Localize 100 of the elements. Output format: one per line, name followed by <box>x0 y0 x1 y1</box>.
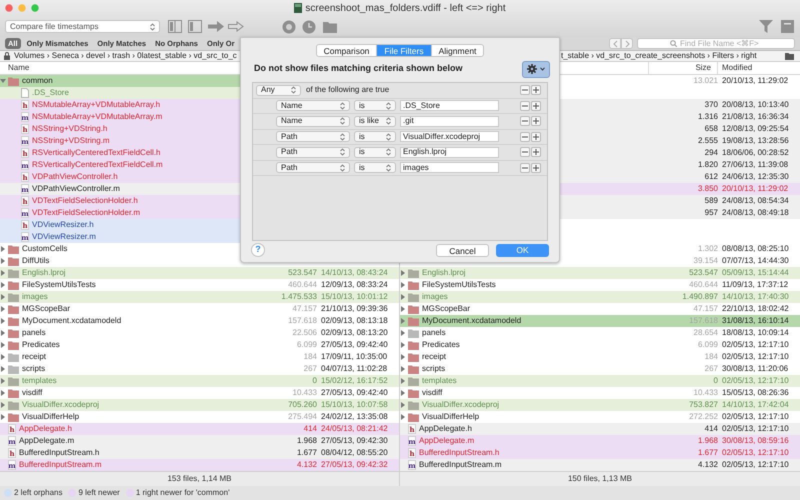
column-header[interactable]: Name <box>8 62 30 74</box>
clock-icon[interactable] <box>302 20 317 34</box>
disclosure-triangle[interactable] <box>0 342 6 348</box>
file-size: 523.547 <box>288 267 317 279</box>
disclosure-triangle[interactable] <box>400 330 406 336</box>
sidebar-icon[interactable] <box>781 20 794 33</box>
disclosure-triangle[interactable] <box>400 342 406 348</box>
remove-button[interactable] <box>520 147 530 158</box>
disclosure-triangle[interactable] <box>400 306 406 312</box>
tab[interactable]: Comparison <box>316 44 376 57</box>
disclosure-triangle[interactable] <box>400 318 406 324</box>
modified-date: 27/06/13, 11:39:08 <box>722 160 788 169</box>
disclosure-triangle[interactable] <box>0 306 6 312</box>
file-name: BufferedInputStream.h <box>19 447 100 459</box>
popup-button[interactable]: Path <box>276 131 350 142</box>
popup-button[interactable]: Any <box>256 84 301 96</box>
updown-icon <box>386 148 391 156</box>
plus-icon <box>533 134 539 140</box>
disclosure-triangle[interactable] <box>0 366 6 372</box>
disclosure-triangle[interactable] <box>400 366 406 372</box>
search-field[interactable]: Find File Name <⌘F> <box>637 38 795 49</box>
modified-date: 02/09/13, 08:13:20 <box>321 328 388 337</box>
file-size: 1.490.897 <box>682 291 718 303</box>
disclosure-triangle[interactable] <box>400 270 406 276</box>
column-header[interactable]: Modified <box>722 62 752 74</box>
legend-label: 2 left orphans <box>14 487 62 499</box>
file-size: 294 <box>704 147 718 159</box>
disclosure-triangle[interactable] <box>0 402 6 408</box>
disclosure-triangle[interactable] <box>0 246 6 252</box>
arrow-right-icon[interactable] <box>228 21 244 32</box>
remove-button[interactable] <box>520 116 530 126</box>
popup-button[interactable]: Path <box>276 146 350 158</box>
disclosure-triangle[interactable] <box>0 330 6 336</box>
popup-button[interactable]: is <box>354 146 396 158</box>
split-pane-icon[interactable] <box>168 20 182 33</box>
popup-button[interactable]: Path <box>276 162 350 174</box>
disclosure-triangle[interactable] <box>0 390 6 396</box>
file-name: FileSystemUtilsTests <box>22 279 96 291</box>
disclosure-triangle[interactable] <box>0 354 6 360</box>
file-size: 370 <box>704 99 718 111</box>
modified-date: 30/08/13, 11:20:06 <box>722 364 788 373</box>
file-size: 272.252 <box>689 411 718 423</box>
disclosure-triangle[interactable] <box>0 294 6 300</box>
popup-button[interactable]: is like <box>354 116 396 127</box>
remove-button[interactable] <box>520 162 530 173</box>
panel-icon[interactable] <box>188 20 202 33</box>
remove-button[interactable] <box>520 100 530 111</box>
value-field[interactable]: images <box>400 162 499 174</box>
popup-button[interactable]: is <box>354 162 396 174</box>
filter-icon[interactable] <box>759 20 773 33</box>
value-field[interactable]: .git <box>400 116 499 127</box>
column-header[interactable]: Size <box>695 62 711 74</box>
file-name: images <box>22 291 48 303</box>
disclosure-triangle[interactable] <box>0 78 6 84</box>
disclosure-triangle[interactable] <box>0 282 6 288</box>
remove-button[interactable] <box>520 85 530 96</box>
circle-icon[interactable] <box>282 20 296 34</box>
remove-button[interactable] <box>520 132 530 142</box>
file-name: FileSystemUtilsTests <box>422 279 496 291</box>
disclosure-triangle[interactable] <box>400 294 406 300</box>
disclosure-triangle[interactable] <box>400 378 406 384</box>
popup-button[interactable]: Name <box>276 116 350 127</box>
disclosure-triangle[interactable] <box>0 414 6 420</box>
disclosure-triangle[interactable] <box>400 282 406 288</box>
file-size: 705.260 <box>288 399 317 411</box>
add-button[interactable] <box>531 85 541 96</box>
file-size: 523.547 <box>689 267 718 279</box>
popup-button[interactable]: is <box>354 100 396 112</box>
arrow-right-icon[interactable] <box>208 21 224 32</box>
file-name: images <box>422 291 448 303</box>
modified-date: 02/05/13, 12:17:10 <box>722 376 789 385</box>
add-button[interactable] <box>531 100 541 111</box>
popup-button[interactable]: is <box>354 131 396 142</box>
plus-icon <box>533 102 539 109</box>
disclosure-triangle[interactable] <box>0 270 6 276</box>
file-name: receipt <box>22 351 46 363</box>
modified-date: 08/08/13, 08:25:10 <box>722 244 789 253</box>
dialog-button[interactable]: Cancel <box>436 244 489 256</box>
gear-menu-button[interactable] <box>522 60 550 78</box>
modified-date: 18/08/13, 10:09:14 <box>722 328 789 337</box>
tab[interactable]: Alignment <box>430 44 484 57</box>
add-button[interactable] <box>531 116 541 126</box>
disclosure-triangle[interactable] <box>0 258 6 264</box>
file-name: .DS_Store <box>32 87 69 99</box>
popup-button[interactable]: Name <box>276 100 350 112</box>
value-field[interactable]: English.lproj <box>400 146 499 158</box>
add-button[interactable] <box>531 132 541 142</box>
disclosure-triangle[interactable] <box>0 378 6 384</box>
add-button[interactable] <box>531 162 541 173</box>
disclosure-triangle[interactable] <box>400 402 406 408</box>
file-name: templates <box>22 375 57 387</box>
disclosure-triangle[interactable] <box>400 414 406 420</box>
add-button[interactable] <box>531 147 541 158</box>
disclosure-triangle[interactable] <box>400 354 406 360</box>
compare-mode-dropdown[interactable]: Compare file timestamps <box>5 20 160 33</box>
value-field[interactable]: .DS_Store <box>400 100 499 112</box>
gear-icon <box>527 64 537 74</box>
disclosure-triangle[interactable] <box>400 390 406 396</box>
disclosure-triangle[interactable] <box>0 318 6 324</box>
value-field[interactable]: VisualDiffer.xcodeproj <box>400 131 499 142</box>
